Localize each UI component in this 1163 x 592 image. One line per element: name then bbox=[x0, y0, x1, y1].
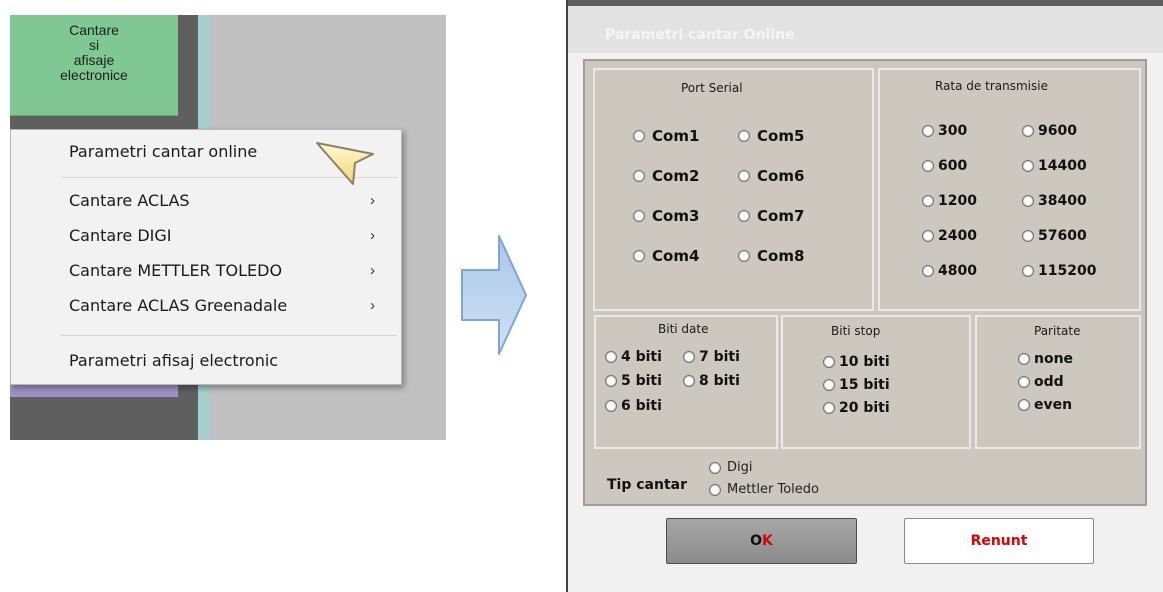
radio-com2[interactable]: Com2 bbox=[633, 167, 699, 185]
dialog-title: Parametri cantar Online bbox=[605, 27, 795, 43]
parametri-cantar-dialog: Parametri cantar Online Port Serial Com1… bbox=[566, 0, 1163, 592]
renunt-button[interactable]: Renunt bbox=[904, 518, 1094, 564]
radio-circle-icon bbox=[922, 125, 934, 137]
radio-rata-57600[interactable]: 57600 bbox=[1022, 228, 1087, 244]
menu-item-parametri-afisaj-electronic[interactable]: Parametri afisaj electronic bbox=[69, 351, 278, 370]
ok-button-label-o: O bbox=[750, 533, 763, 549]
radio-circle-icon bbox=[683, 375, 695, 387]
radio-com5[interactable]: Com5 bbox=[738, 127, 804, 145]
radio-circle-icon bbox=[823, 356, 835, 368]
radio-tip-mettler-toledo[interactable]: Mettler Toledo bbox=[709, 482, 819, 497]
radio-rata-2400[interactable]: 2400 bbox=[922, 228, 977, 244]
radio-biti-date-4[interactable]: 4 biti bbox=[605, 349, 662, 365]
submenu-arrow-icon: › bbox=[370, 227, 375, 244]
rata-transmisie-title: Rata de transmisie bbox=[935, 79, 1048, 93]
radio-com7[interactable]: Com7 bbox=[738, 207, 804, 225]
radio-circle-icon bbox=[738, 130, 750, 142]
radio-com6[interactable]: Com6 bbox=[738, 167, 804, 185]
rata-transmisie-group: Rata de transmisie 300 9600 600 14400 12… bbox=[878, 68, 1141, 311]
radio-circle-icon bbox=[922, 160, 934, 172]
paritate-title: Paritate bbox=[1034, 324, 1081, 338]
radio-circle-icon bbox=[633, 210, 645, 222]
radio-circle-icon bbox=[823, 402, 835, 414]
radio-circle-icon bbox=[605, 351, 617, 363]
radio-circle-icon bbox=[922, 195, 934, 207]
radio-com3[interactable]: Com3 bbox=[633, 207, 699, 225]
cantare-afisaje-button-label: Cantare si afisaje electronice bbox=[60, 22, 128, 83]
radio-circle-icon bbox=[605, 375, 617, 387]
radio-circle-icon bbox=[823, 379, 835, 391]
radio-circle-icon bbox=[1022, 195, 1034, 207]
radio-circle-icon bbox=[683, 351, 695, 363]
settings-panel: Port Serial Com1 Com5 Com2 Com6 Com3 Com… bbox=[583, 59, 1147, 506]
radio-rata-9600[interactable]: 9600 bbox=[1022, 123, 1077, 139]
ok-button-label-k: K bbox=[762, 533, 773, 549]
radio-biti-stop-10[interactable]: 10 biti bbox=[823, 354, 890, 370]
biti-date-title: Biti date bbox=[658, 322, 709, 336]
cantare-afisaje-button[interactable]: Cantare si afisaje electronice bbox=[10, 15, 178, 116]
submenu-arrow-icon: › bbox=[370, 262, 375, 279]
radio-circle-icon bbox=[1018, 399, 1030, 411]
radio-circle-icon bbox=[1022, 230, 1034, 242]
radio-rata-600[interactable]: 600 bbox=[922, 158, 967, 174]
radio-circle-icon bbox=[922, 230, 934, 242]
radio-biti-date-6[interactable]: 6 biti bbox=[605, 398, 662, 414]
radio-com1[interactable]: Com1 bbox=[633, 127, 699, 145]
radio-circle-icon bbox=[1022, 125, 1034, 137]
radio-com8[interactable]: Com8 bbox=[738, 247, 804, 265]
biti-stop-title: Biti stop bbox=[831, 324, 881, 338]
radio-circle-icon bbox=[709, 483, 721, 496]
menu-item-cantare-digi[interactable]: Cantare DIGI bbox=[69, 226, 172, 245]
menu-item-cantare-aclas-greenadale[interactable]: Cantare ACLAS Greenadale bbox=[69, 296, 287, 315]
radio-com4[interactable]: Com4 bbox=[633, 247, 699, 265]
radio-biti-stop-15[interactable]: 15 biti bbox=[823, 377, 890, 393]
radio-circle-icon bbox=[605, 400, 617, 412]
radio-circle-icon bbox=[738, 250, 750, 262]
radio-circle-icon bbox=[633, 250, 645, 262]
radio-biti-date-8[interactable]: 8 biti bbox=[683, 373, 740, 389]
radio-rata-4800[interactable]: 4800 bbox=[922, 263, 977, 279]
dialog-body: Port Serial Com1 Com5 Com2 Com6 Com3 Com… bbox=[568, 53, 1163, 592]
radio-paritate-even[interactable]: even bbox=[1018, 397, 1072, 413]
submenu-arrow-icon: › bbox=[370, 297, 375, 314]
menu-separator bbox=[61, 335, 397, 336]
radio-paritate-none[interactable]: none bbox=[1018, 351, 1073, 367]
radio-rata-38400[interactable]: 38400 bbox=[1022, 193, 1087, 209]
radio-circle-icon bbox=[633, 130, 645, 142]
radio-circle-icon bbox=[1022, 265, 1034, 277]
radio-circle-icon bbox=[738, 210, 750, 222]
radio-circle-icon bbox=[738, 170, 750, 182]
radio-biti-date-5[interactable]: 5 biti bbox=[605, 373, 662, 389]
radio-rata-300[interactable]: 300 bbox=[922, 123, 967, 139]
radio-circle-icon bbox=[922, 265, 934, 277]
menu-screenshot: Cantare si afisaje electronice Parametri… bbox=[10, 15, 446, 440]
radio-circle-icon bbox=[709, 461, 721, 474]
radio-circle-icon bbox=[633, 170, 645, 182]
radio-rata-14400[interactable]: 14400 bbox=[1022, 158, 1087, 174]
biti-stop-group: Biti stop 10 biti 15 biti 20 biti bbox=[781, 315, 971, 449]
radio-biti-date-7[interactable]: 7 biti bbox=[683, 349, 740, 365]
menu-item-cantare-mettler-toledo[interactable]: Cantare METTLER TOLEDO bbox=[69, 261, 282, 280]
radio-circle-icon bbox=[1018, 353, 1030, 365]
pointer-cursor-icon bbox=[316, 142, 374, 185]
submenu-arrow-icon: › bbox=[370, 192, 375, 209]
radio-circle-icon bbox=[1018, 376, 1030, 388]
menu-item-parametri-cantar-online[interactable]: Parametri cantar online bbox=[69, 142, 257, 161]
port-serial-group: Port Serial Com1 Com5 Com2 Com6 Com3 Com… bbox=[593, 68, 874, 311]
paritate-group: Paritate none odd even bbox=[975, 315, 1141, 449]
radio-rata-115200[interactable]: 115200 bbox=[1022, 263, 1096, 279]
radio-rata-1200[interactable]: 1200 bbox=[922, 193, 977, 209]
right-arrow-icon bbox=[461, 235, 527, 355]
radio-paritate-odd[interactable]: odd bbox=[1018, 374, 1064, 390]
radio-circle-icon bbox=[1022, 160, 1034, 172]
biti-date-group: Biti date 4 biti 7 biti 5 biti 8 biti 6 … bbox=[594, 315, 778, 449]
menu-item-cantare-aclas[interactable]: Cantare ACLAS bbox=[69, 191, 190, 210]
ok-button[interactable]: OK bbox=[666, 518, 857, 564]
port-serial-title: Port Serial bbox=[681, 81, 743, 95]
radio-biti-stop-20[interactable]: 20 biti bbox=[823, 400, 890, 416]
tip-cantar-label: Tip cantar bbox=[607, 477, 688, 493]
radio-tip-digi[interactable]: Digi bbox=[709, 460, 753, 475]
